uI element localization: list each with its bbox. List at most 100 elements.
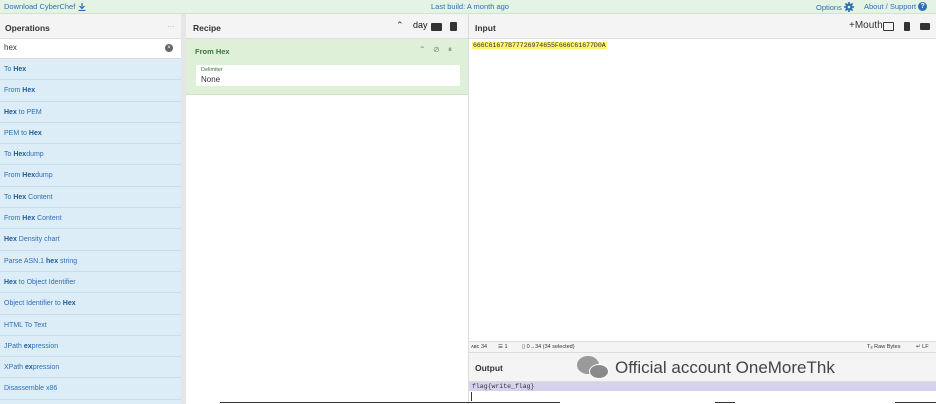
raw-bytes-toggle[interactable]: T₈ Raw Bytes bbox=[867, 344, 900, 350]
options-label: Options bbox=[816, 2, 842, 12]
disable-icon[interactable]: ⊘ bbox=[433, 45, 440, 54]
operation-item[interactable]: Hex to Object Identifier bbox=[0, 272, 181, 294]
operation-label-part: Parse ASN.1 bbox=[4, 257, 47, 265]
new-tab-icon[interactable] bbox=[883, 22, 894, 31]
operation-label-part: to Object Identifier bbox=[16, 278, 76, 286]
operation-label-match: ex bbox=[23, 342, 32, 350]
build-info[interactable]: Last build: A month ago bbox=[431, 2, 509, 11]
folder-icon[interactable] bbox=[431, 23, 442, 31]
operation-label-match: Hex bbox=[4, 236, 17, 244]
output-title: Output bbox=[475, 363, 503, 373]
pause-icon[interactable]: ⏸ bbox=[448, 45, 452, 55]
operation-item[interactable]: From Hexdump bbox=[0, 165, 181, 187]
operation-label-match: Hex bbox=[22, 215, 36, 223]
delimiter-field[interactable]: Delimiter None bbox=[196, 65, 460, 86]
operation-item[interactable]: To Hex Content bbox=[0, 187, 181, 209]
operation-item[interactable]: HTML To Text bbox=[0, 315, 181, 336]
delimiter-value: None bbox=[201, 75, 221, 84]
length-value: 34 bbox=[480, 344, 488, 350]
operation-item[interactable]: PEM to Hex bbox=[0, 123, 181, 145]
operation-label-match: Hex bbox=[13, 193, 27, 201]
recipe-header: Recipe ⌃ day bbox=[186, 14, 468, 39]
search-input[interactable] bbox=[4, 43, 154, 52]
download-icon bbox=[78, 2, 86, 11]
operation-label-part: dump bbox=[26, 151, 44, 159]
watermark-text: Official account OneMoreThk bbox=[615, 358, 835, 377]
trash-icon[interactable] bbox=[450, 22, 457, 31]
operation-item[interactable]: XPath expression bbox=[0, 357, 181, 379]
delimiter-label: Delimiter bbox=[201, 67, 223, 73]
operation-item[interactable]: JPath expression bbox=[0, 336, 181, 358]
overlay-text-mouth: +Mouth bbox=[849, 20, 883, 31]
operation-label-match: Hex bbox=[28, 129, 42, 137]
recipe-operation-from-hex: From Hex ⌃ ⊘ ⏸ Delimiter None bbox=[186, 39, 468, 95]
operations-header: Operations ⋯ bbox=[0, 14, 181, 39]
operation-label-part: From bbox=[4, 215, 23, 223]
layout-icon[interactable] bbox=[920, 23, 930, 30]
operation-label-match: ex bbox=[25, 364, 33, 372]
text-cursor bbox=[471, 392, 472, 401]
about-support-button[interactable]: About / Support ? bbox=[864, 2, 928, 11]
chevron-up-icon[interactable]: ⌃ bbox=[396, 20, 404, 31]
operation-label-part: To bbox=[4, 151, 14, 159]
search-box: × bbox=[0, 39, 181, 59]
operation-label-part: dump bbox=[35, 172, 53, 180]
operations-list: To Hex From Hex Hex to PEM PEM to Hex To Hex… bbox=[0, 59, 181, 400]
operation-item[interactable]: To Hexdump bbox=[0, 144, 181, 166]
operation-item[interactable]: Disassemble x86 bbox=[0, 378, 181, 400]
operation-label-match: Hex bbox=[13, 66, 27, 73]
drag-handle-icon[interactable]: ⋯ bbox=[167, 22, 175, 31]
recipe-panel: Recipe ⌃ day From Hex ⌃ ⊘ ⏸ Delimiter No… bbox=[186, 14, 468, 404]
gear-icon bbox=[843, 2, 854, 12]
raw-bytes-label: Raw Bytes bbox=[874, 344, 901, 350]
wechat-icon bbox=[577, 356, 611, 380]
io-panel: Input +Mouth 666C61677B77726974655F666C6… bbox=[469, 14, 936, 404]
options-button[interactable]: Options bbox=[816, 2, 854, 12]
operation-item[interactable]: From Hex bbox=[0, 80, 181, 102]
input-header: Input +Mouth bbox=[469, 14, 936, 39]
operation-label-part: JPath bbox=[4, 342, 24, 350]
operation-label-part: XPath bbox=[4, 364, 26, 372]
operation-item[interactable]: Hex Density chart bbox=[0, 229, 181, 251]
operation-label-part: From bbox=[4, 87, 23, 95]
selection-stat: ▯ 0→34 (34 selected) bbox=[522, 344, 575, 350]
operations-panel: Operations ⋯ × To HexFrom HexHex to PEMP… bbox=[0, 14, 181, 404]
operation-item[interactable]: Object Identifier to Hex bbox=[0, 293, 181, 315]
operations-title: Operations bbox=[5, 23, 50, 33]
operation-label-match: hex bbox=[46, 257, 59, 265]
trash-icon[interactable] bbox=[904, 22, 910, 31]
operation-item[interactable]: Parse ASN.1 hex string bbox=[0, 251, 181, 272]
line-ending-label: LF bbox=[922, 344, 929, 350]
top-bar: Download CyberChef Last build: A month a… bbox=[0, 0, 936, 14]
help-icon: ? bbox=[918, 2, 928, 11]
bottom-divider bbox=[715, 402, 735, 403]
operation-label-part: string bbox=[58, 257, 78, 265]
operation-label-part: Density chart bbox=[16, 236, 60, 244]
operation-label-part: Object Identifier to bbox=[4, 300, 63, 308]
operation-name: From Hex bbox=[195, 47, 230, 56]
operation-label-part: To bbox=[4, 66, 14, 73]
clear-search-icon[interactable]: × bbox=[165, 44, 173, 52]
operation-item[interactable]: From Hex Content bbox=[0, 208, 181, 230]
operation-label-part: To bbox=[4, 193, 14, 201]
input-status-bar: ᴀʙᴄ 34 ☰ 1 ▯ 0→34 (34 selected) T₈ Raw B… bbox=[469, 341, 936, 353]
operation-label-part: pression bbox=[32, 364, 60, 372]
operation-label-part: From bbox=[4, 172, 23, 180]
operation-item[interactable]: Hex to PEM bbox=[0, 102, 181, 123]
line-ending-toggle[interactable]: ↵ LF bbox=[916, 344, 929, 350]
bottom-divider bbox=[895, 402, 936, 403]
length-stat: ᴀʙᴄ 34 bbox=[471, 344, 488, 350]
overlay-text-day: day bbox=[413, 20, 428, 30]
operation-label-part: to PEM bbox=[16, 108, 42, 116]
selection-value: 0→34 (34 selected) bbox=[526, 344, 575, 350]
download-label: Download CyberChef bbox=[4, 2, 76, 11]
output-textarea[interactable]: flag{write_flag} bbox=[469, 382, 936, 391]
operation-item[interactable]: To Hex bbox=[0, 59, 181, 81]
operation-label-match: Hex bbox=[22, 87, 36, 95]
lines-stat: ☰ 1 bbox=[498, 344, 508, 350]
input-textarea[interactable]: 666C61677B77726974655F666C61677D0A bbox=[472, 42, 607, 49]
operation-label-part: Content bbox=[26, 193, 53, 201]
watermark: Official account OneMoreThk bbox=[577, 356, 835, 380]
download-link[interactable]: Download CyberChef bbox=[4, 2, 86, 11]
chevron-up-icon[interactable]: ⌃ bbox=[419, 45, 426, 54]
